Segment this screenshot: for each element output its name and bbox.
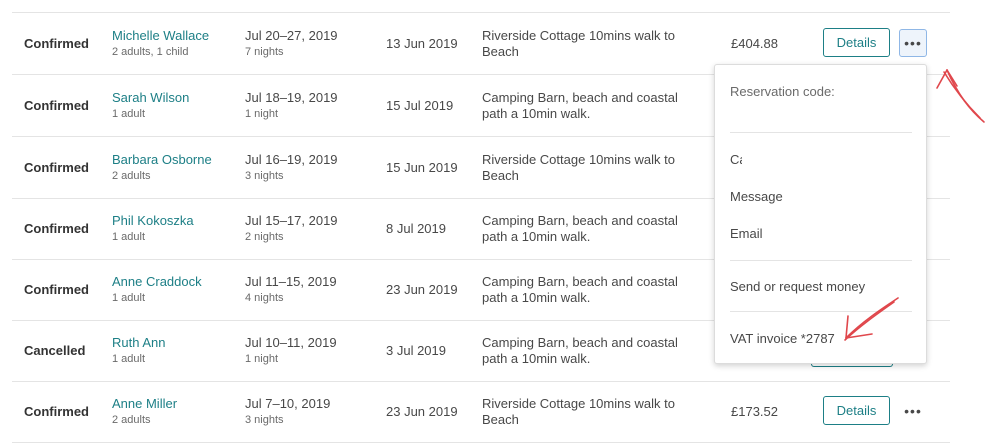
listing-name: Camping Barn, beach and coastal path a 1… xyxy=(482,334,678,366)
menu-divider xyxy=(730,311,912,312)
guest-name-link[interactable]: Ruth Ann xyxy=(112,335,166,351)
nights-count: 3 nights xyxy=(245,170,284,182)
nights-count: 1 night xyxy=(245,353,279,365)
dates-cell: Jul 20–27, 2019 7 nights xyxy=(245,13,338,74)
guest-count: 1 adult xyxy=(112,231,146,243)
listing-name: Riverside Cottage 10mins walk to Beach xyxy=(482,395,675,427)
date-range: Jul 10–11, 2019 xyxy=(245,335,337,350)
details-button[interactable]: Details xyxy=(823,396,890,425)
details-button[interactable]: Details xyxy=(823,28,890,57)
booked-date: 13 Jun 2019 xyxy=(386,36,458,51)
guest-cell: Anne Miller 2 adults xyxy=(112,381,177,442)
nights-count: 2 nights xyxy=(245,231,284,243)
payout-amount: £173.52 xyxy=(731,404,778,419)
listing-name: Camping Barn, beach and coastal path a 1… xyxy=(482,89,678,121)
menu-divider xyxy=(730,260,912,261)
date-range: Jul 7–10, 2019 xyxy=(245,396,331,411)
menu-item-send-money[interactable]: Send or request money xyxy=(730,279,865,294)
guest-cell: Barbara Osborne 2 adults xyxy=(112,137,212,198)
status-cell: Confirmed xyxy=(24,98,89,113)
guest-name-link[interactable]: Phil Kokoszka xyxy=(112,213,194,229)
status-cell: Confirmed xyxy=(24,221,89,236)
listing-name: Riverside Cottage 10mins walk to Beach xyxy=(482,151,675,183)
guest-name-link[interactable]: Michelle Wallace xyxy=(112,28,209,44)
more-options-icon[interactable]: ••• xyxy=(899,397,927,425)
dates-cell: Jul 10–11, 2019 1 night xyxy=(245,320,337,381)
status-cell: Confirmed xyxy=(24,404,89,419)
booked-date: 23 Jun 2019 xyxy=(386,282,458,297)
listing-name: Camping Barn, beach and coastal path a 1… xyxy=(482,212,678,244)
guest-name-link[interactable]: Barbara Osborne xyxy=(112,152,212,168)
booked-date: 15 Jul 2019 xyxy=(386,98,454,113)
menu-item-email[interactable]: Email xyxy=(730,226,763,241)
status-cell: Confirmed xyxy=(24,282,89,297)
status-cell: Cancelled xyxy=(24,343,86,358)
nights-count: 7 nights xyxy=(245,46,284,58)
dates-cell: Jul 18–19, 2019 1 night xyxy=(245,75,338,136)
booked-date: 3 Jul 2019 xyxy=(386,343,446,358)
guest-count: 2 adults xyxy=(112,170,151,182)
guest-cell: Michelle Wallace 2 adults, 1 child xyxy=(112,13,209,74)
date-range: Jul 11–15, 2019 xyxy=(245,274,337,289)
date-range: Jul 16–19, 2019 xyxy=(245,152,338,167)
dates-cell: Jul 16–19, 2019 3 nights xyxy=(245,137,338,198)
date-range: Jul 15–17, 2019 xyxy=(245,213,338,228)
dates-cell: Jul 11–15, 2019 4 nights xyxy=(245,259,337,320)
menu-item-vat-invoice[interactable]: VAT invoice *2787 xyxy=(730,331,835,346)
booked-date: 23 Jun 2019 xyxy=(386,404,458,419)
guest-count: 1 adult xyxy=(112,108,146,120)
guest-count: 2 adults, 1 child xyxy=(112,46,189,58)
guest-cell: Ruth Ann 1 adult xyxy=(112,320,166,381)
guest-cell: Sarah Wilson 1 adult xyxy=(112,75,189,136)
guest-name-link[interactable]: Anne Miller xyxy=(112,396,177,412)
more-options-icon[interactable]: ••• xyxy=(899,29,927,57)
guest-count: 1 adult xyxy=(112,353,146,365)
guest-name-link[interactable]: Sarah Wilson xyxy=(112,90,189,106)
dates-cell: Jul 15–17, 2019 2 nights xyxy=(245,198,338,259)
booked-date: 15 Jun 2019 xyxy=(386,160,458,175)
dates-cell: Jul 7–10, 2019 3 nights xyxy=(245,381,330,442)
nights-count: 4 nights xyxy=(245,292,284,304)
menu-divider xyxy=(730,132,912,133)
date-range: Jul 20–27, 2019 xyxy=(245,28,338,43)
menu-item-truncated[interactable]: Ca xyxy=(730,152,742,167)
nights-count: 3 nights xyxy=(245,414,284,426)
guest-cell: Phil Kokoszka 1 adult xyxy=(112,198,194,259)
guest-count: 1 adult xyxy=(112,292,146,304)
listing-name: Camping Barn, beach and coastal path a 1… xyxy=(482,273,678,305)
reservation-actions-menu: Reservation code: Ca Message Email Send … xyxy=(714,64,927,364)
nights-count: 1 night xyxy=(245,108,279,120)
guest-name-link[interactable]: Anne Craddock xyxy=(112,274,202,290)
date-range: Jul 18–19, 2019 xyxy=(245,90,338,105)
booked-date: 8 Jul 2019 xyxy=(386,221,446,236)
table-row: Confirmed Anne Miller 2 adults Jul 7–10,… xyxy=(12,381,950,443)
reservation-code-label: Reservation code: xyxy=(730,84,835,99)
status-cell: Confirmed xyxy=(24,36,89,51)
status-cell: Confirmed xyxy=(24,160,89,175)
listing-name: Riverside Cottage 10mins walk to Beach xyxy=(482,27,675,59)
guest-cell: Anne Craddock 1 adult xyxy=(112,259,202,320)
guest-count: 2 adults xyxy=(112,414,151,426)
menu-item-message[interactable]: Message xyxy=(730,189,783,204)
